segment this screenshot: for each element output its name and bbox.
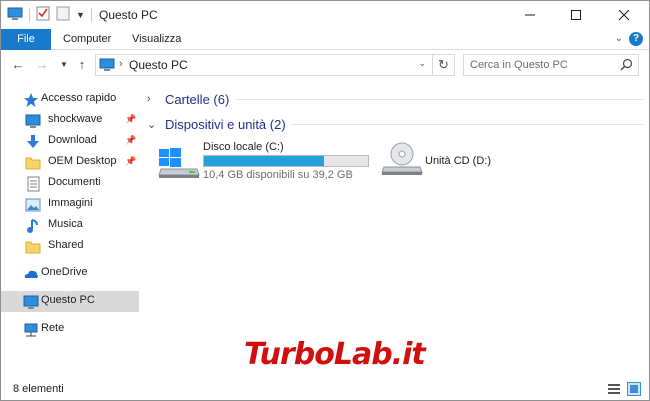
large-icons-view-icon[interactable] — [627, 382, 641, 396]
window-title: Questo PC — [99, 8, 158, 22]
computer-app-icon — [7, 7, 23, 24]
group-divider — [236, 99, 644, 100]
windows-drive-icon — [157, 145, 201, 182]
folder-icon — [25, 239, 41, 255]
properties-icon[interactable] — [36, 6, 50, 24]
customize-toolbar-icon[interactable]: ▼ — [76, 10, 85, 20]
navigation-pane: Accesso rapido shockwave 📌 Download 📌 OE… — [1, 81, 139, 378]
sidebar-item-label: shockwave — [48, 113, 103, 125]
computer-icon — [23, 294, 39, 310]
details-view-icon[interactable] — [607, 382, 621, 396]
desktop-icon — [25, 113, 41, 129]
drive-name: Disco locale (C:) — [203, 141, 284, 153]
group-header-cartelle[interactable]: › Cartelle (6) — [147, 89, 229, 109]
documents-icon — [25, 176, 41, 192]
explorer-window: ▼ Questo PC File Computer Visualizza ⌄ ?… — [0, 0, 650, 401]
pin-icon[interactable]: 📌 — [125, 114, 136, 125]
address-dropdown-icon[interactable]: ⌄ — [418, 58, 426, 69]
minimize-button[interactable] — [507, 1, 553, 29]
expand-ribbon-icon[interactable]: ⌄ — [615, 33, 623, 44]
drive-usage-fill — [204, 156, 324, 166]
drive-usage-bar — [203, 155, 369, 167]
content-area: › Cartelle (6) ⌄ Dispositivi e unità (2)… — [141, 81, 649, 378]
sidebar-item-label: Rete — [41, 322, 65, 334]
download-icon — [25, 134, 41, 150]
group-divider — [291, 124, 644, 125]
drive-d[interactable]: Unità CD (D:) — [381, 141, 521, 183]
back-arrow-icon[interactable]: ← — [9, 56, 27, 74]
recent-locations-icon[interactable]: ▼ — [55, 56, 73, 74]
sidebar-item-rete[interactable]: Rete — [1, 319, 139, 340]
new-folder-icon[interactable] — [56, 6, 70, 24]
sidebar-item-label: Accesso rapido — [41, 92, 117, 104]
tab-computer[interactable]: Computer — [63, 29, 111, 50]
maximize-icon — [571, 10, 581, 20]
tab-visualizza[interactable]: Visualizza — [132, 29, 181, 50]
forward-arrow-icon[interactable]: → — [33, 56, 51, 74]
pictures-icon — [25, 197, 41, 213]
computer-icon — [99, 58, 115, 75]
cd-drive-icon — [381, 141, 423, 180]
navigation-bar: ← → ▼ ↑ › Questo PC ⌄ ↻ — [1, 50, 649, 80]
title-separator — [91, 8, 92, 22]
search-icon[interactable] — [620, 58, 633, 74]
sidebar-item-shockwave[interactable]: shockwave 📌 — [1, 110, 139, 131]
sidebar-item-label: Documenti — [48, 176, 101, 188]
tab-file[interactable]: File — [1, 29, 51, 50]
sidebar-item-download[interactable]: Download 📌 — [1, 131, 139, 152]
sidebar-item-label: Download — [48, 134, 97, 146]
group-label: Dispositivi e unità (2) — [165, 116, 286, 132]
help-icon[interactable]: ? — [629, 32, 643, 46]
breadcrumb-separator-icon[interactable]: › — [119, 58, 123, 70]
sidebar-item-musica[interactable]: Musica — [1, 215, 139, 236]
sidebar-item-onedrive[interactable]: OneDrive — [1, 263, 139, 284]
group-label: Cartelle (6) — [165, 91, 230, 107]
address-bar[interactable]: › Questo PC ⌄ ↻ — [95, 54, 455, 76]
pin-icon[interactable]: 📌 — [125, 135, 136, 146]
sidebar-item-label: OneDrive — [41, 266, 88, 278]
sidebar-item-oem-desktop[interactable]: OEM Desktop 📌 — [1, 152, 139, 173]
item-count: 8 elementi — [13, 383, 64, 395]
chevron-down-icon[interactable]: ⌄ — [147, 118, 159, 131]
drive-name: Unità CD (D:) — [425, 155, 492, 167]
maximize-button[interactable] — [553, 1, 599, 29]
chevron-right-icon[interactable]: › — [147, 93, 159, 105]
star-icon — [23, 92, 39, 108]
turbolab-watermark: TurboLab.it — [244, 337, 426, 372]
sidebar-item-label: Questo PC — [41, 294, 95, 306]
quick-access-toolbar: ▼ — [7, 6, 85, 24]
network-icon — [23, 322, 39, 338]
close-icon — [619, 10, 629, 20]
drive-c[interactable]: Disco locale (C:) 10,4 GB disponibili su… — [157, 141, 377, 183]
onedrive-icon — [23, 266, 39, 282]
search-input[interactable] — [470, 56, 616, 74]
sidebar-item-label: Immagini — [48, 197, 93, 209]
folder-icon — [25, 155, 41, 171]
sidebar-item-label: OEM Desktop — [48, 155, 117, 167]
close-button[interactable] — [601, 1, 647, 29]
sidebar-item-accesso-rapido[interactable]: Accesso rapido — [1, 89, 139, 110]
group-header-dispositivi[interactable]: ⌄ Dispositivi e unità (2) — [147, 114, 286, 134]
music-icon — [25, 218, 41, 234]
status-bar: 8 elementi — [1, 378, 649, 400]
pin-icon[interactable]: 📌 — [125, 156, 136, 167]
sidebar-item-label: Shared — [48, 239, 84, 251]
sidebar-item-questo-pc[interactable]: Questo PC — [1, 291, 139, 312]
drive-free-space: 10,4 GB disponibili su 39,2 GB — [203, 169, 353, 181]
sidebar-item-immagini[interactable]: Immagini — [1, 194, 139, 215]
sidebar-item-shared[interactable]: Shared — [1, 236, 139, 257]
ribbon-tabs: File Computer Visualizza ⌄ ? — [1, 29, 649, 50]
up-arrow-icon[interactable]: ↑ — [73, 56, 91, 74]
refresh-icon[interactable]: ↻ — [432, 55, 454, 75]
search-box[interactable] — [463, 54, 639, 76]
breadcrumb[interactable]: Questo PC — [129, 58, 188, 72]
sidebar-item-documenti[interactable]: Documenti — [1, 173, 139, 194]
title-bar: ▼ Questo PC — [1, 1, 649, 29]
sidebar-item-label: Musica — [48, 218, 83, 230]
minimize-icon — [525, 14, 535, 16]
toolbar-separator — [29, 8, 30, 22]
